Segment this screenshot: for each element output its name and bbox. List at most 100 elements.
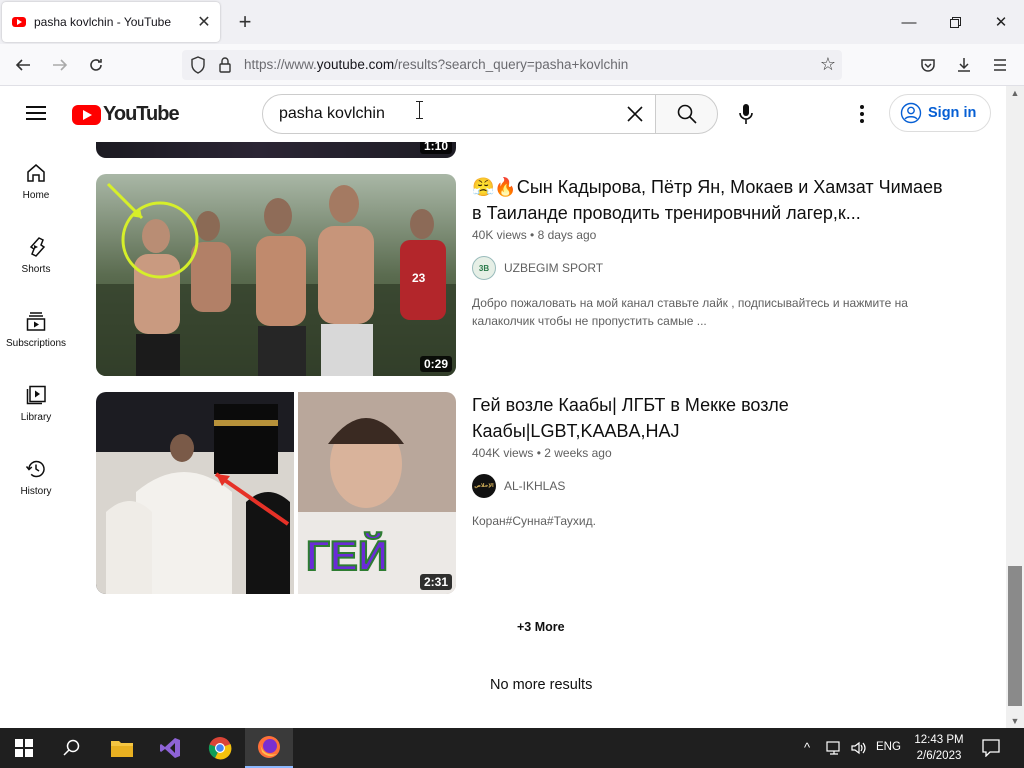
guide-item-subscriptions[interactable]: Subscriptions	[0, 290, 72, 364]
reload-button[interactable]	[81, 50, 111, 80]
video-thumbnail[interactable]: ГЕЙ 2:31	[96, 392, 456, 594]
sign-in-label: Sign in	[928, 105, 977, 121]
scroll-up-icon[interactable]: ▲	[1006, 86, 1024, 100]
guide-item-shorts[interactable]: Shorts	[0, 216, 72, 290]
search-button[interactable]	[655, 94, 718, 134]
no-more-results-text: No more results	[490, 677, 593, 693]
notifications-icon[interactable]	[982, 739, 1000, 762]
channel-avatar[interactable]: 3B	[472, 256, 496, 280]
pocket-icon[interactable]	[913, 50, 943, 80]
app-menu-icon[interactable]	[985, 50, 1015, 80]
thumbnail-overlay-text: ГЕЙ	[306, 531, 388, 579]
guide-item-history[interactable]: History	[0, 438, 72, 512]
video-title[interactable]: Гей возле Каабы| ЛГБТ в Мекке возле Кааб…	[472, 392, 952, 444]
shorts-icon	[29, 237, 46, 257]
browser-tab[interactable]: pasha kovlchin - YouTube ✕	[2, 2, 220, 42]
youtube-logo-icon	[72, 104, 101, 125]
youtube-masthead: YouTube pasha kovlchin Sign in	[0, 86, 1006, 142]
thumbnail-image: 23	[96, 174, 456, 376]
new-tab-button[interactable]: +	[232, 9, 258, 35]
taskbar-chrome[interactable]	[196, 728, 244, 768]
firefox-icon	[258, 736, 280, 758]
window-close-button[interactable]: ✕	[978, 0, 1024, 44]
upload-age: 8 days ago	[537, 228, 597, 242]
video-result: ГЕЙ 2:31 Гей возле Каабы| ЛГБТ в Мекке в…	[96, 392, 956, 594]
guide-label-subscriptions: Subscriptions	[5, 338, 67, 349]
guide-item-library[interactable]: Library	[0, 364, 72, 438]
svg-text:23: 23	[412, 271, 426, 285]
duration-badge: 2:31	[419, 574, 452, 590]
folder-icon	[111, 741, 133, 757]
mini-guide: Home Shorts Subscriptions Library Histor…	[0, 142, 72, 728]
taskbar-search-button[interactable]	[48, 728, 96, 768]
home-icon	[27, 164, 45, 182]
lock-icon[interactable]	[218, 56, 232, 79]
search-input[interactable]: pasha kovlchin	[262, 94, 656, 134]
youtube-logo-text: YouTube	[103, 103, 180, 125]
thumbnail-image: ГЕЙ	[96, 392, 456, 594]
youtube-logo[interactable]: YouTube	[72, 103, 180, 126]
subscriptions-icon	[26, 312, 46, 331]
tracking-shield-icon[interactable]	[190, 56, 206, 79]
guide-item-home[interactable]: Home	[0, 142, 72, 216]
network-icon[interactable]	[826, 740, 842, 761]
video-metadata: 40K views • 8 days ago	[472, 228, 597, 242]
clock-time: 12:43 PM	[914, 734, 964, 746]
library-icon	[26, 385, 46, 405]
tab-title: pasha kovlchin - YouTube	[34, 15, 171, 29]
volume-icon[interactable]	[850, 740, 866, 761]
guide-label-shorts: Shorts	[21, 264, 51, 275]
minimize-button[interactable]: —	[886, 0, 932, 44]
start-button[interactable]	[0, 728, 48, 768]
video-thumbnail[interactable]: 23 0:29	[96, 174, 456, 376]
tab-close-icon[interactable]: ✕	[192, 10, 216, 34]
scroll-down-icon[interactable]: ▼	[1006, 714, 1024, 728]
channel-name[interactable]: UZBEGIM SPORT	[504, 261, 603, 275]
tray-chevron-icon[interactable]: ^	[804, 740, 810, 755]
channel-link[interactable]: 3B UZBEGIM SPORT	[472, 256, 603, 280]
taskbar-file-explorer[interactable]	[98, 728, 146, 768]
guide-label-history: History	[20, 486, 52, 497]
input-language-indicator[interactable]: ENG	[876, 741, 901, 753]
windows-taskbar: ^ ENG 12:43 PM 2/6/2023	[0, 728, 1024, 768]
voice-search-button[interactable]	[726, 94, 766, 134]
youtube-favicon-icon	[12, 17, 26, 27]
video-result: 23 0:29 😤🔥Сын Кадырова, Пётр Ян, Мокаев …	[96, 174, 956, 376]
video-title[interactable]: 😤🔥Сын Кадырова, Пётр Ян, Мокаев и Хамзат…	[472, 174, 952, 226]
video-description: Коран#Сунна#Таухид.	[472, 514, 596, 528]
back-button[interactable]	[8, 50, 38, 80]
show-more-results-button[interactable]: +3 More	[517, 620, 565, 634]
view-count: 404K views	[472, 446, 534, 460]
search-input-value[interactable]: pasha kovlchin	[279, 105, 385, 123]
chrome-icon	[208, 737, 232, 760]
page-scrollbar[interactable]: ▲ ▼	[1006, 86, 1024, 728]
search-icon	[63, 739, 80, 756]
bookmark-star-icon[interactable]: ☆	[820, 54, 836, 75]
forward-button[interactable]	[45, 50, 75, 80]
video-description: Добро пожаловать на мой канал ставьте ла…	[472, 296, 908, 328]
text-cursor-icon	[416, 101, 423, 119]
url-text[interactable]: https://www.youtube.com/results?search_q…	[244, 57, 628, 72]
upload-age: 2 weeks ago	[544, 446, 612, 460]
windows-logo-icon	[15, 739, 33, 757]
settings-more-button[interactable]	[848, 98, 876, 130]
guide-label-library: Library	[20, 412, 52, 423]
channel-link[interactable]: الإخلاص AL-IKHLAS	[472, 474, 565, 498]
sign-in-button[interactable]: Sign in	[889, 94, 991, 132]
channel-name[interactable]: AL-IKHLAS	[504, 479, 565, 493]
taskbar-firefox[interactable]	[245, 728, 293, 768]
downloads-icon[interactable]	[949, 50, 979, 80]
clear-search-icon[interactable]	[621, 100, 649, 128]
browser-nav-bar: https://www.youtube.com/results?search_q…	[0, 44, 1024, 86]
clock-date: 2/6/2023	[916, 750, 962, 762]
guide-menu-icon[interactable]	[24, 103, 48, 123]
maximize-button[interactable]	[932, 0, 978, 44]
account-icon	[900, 102, 922, 124]
channel-avatar[interactable]: الإخلاص	[472, 474, 496, 498]
visual-studio-icon	[160, 738, 180, 758]
guide-label-home: Home	[22, 190, 50, 201]
taskbar-visual-studio[interactable]	[146, 728, 194, 768]
address-bar[interactable]: https://www.youtube.com/results?search_q…	[182, 50, 842, 80]
scrollbar-thumb[interactable]	[1008, 566, 1022, 706]
taskbar-clock[interactable]: 12:43 PM 2/6/2023	[906, 732, 972, 764]
